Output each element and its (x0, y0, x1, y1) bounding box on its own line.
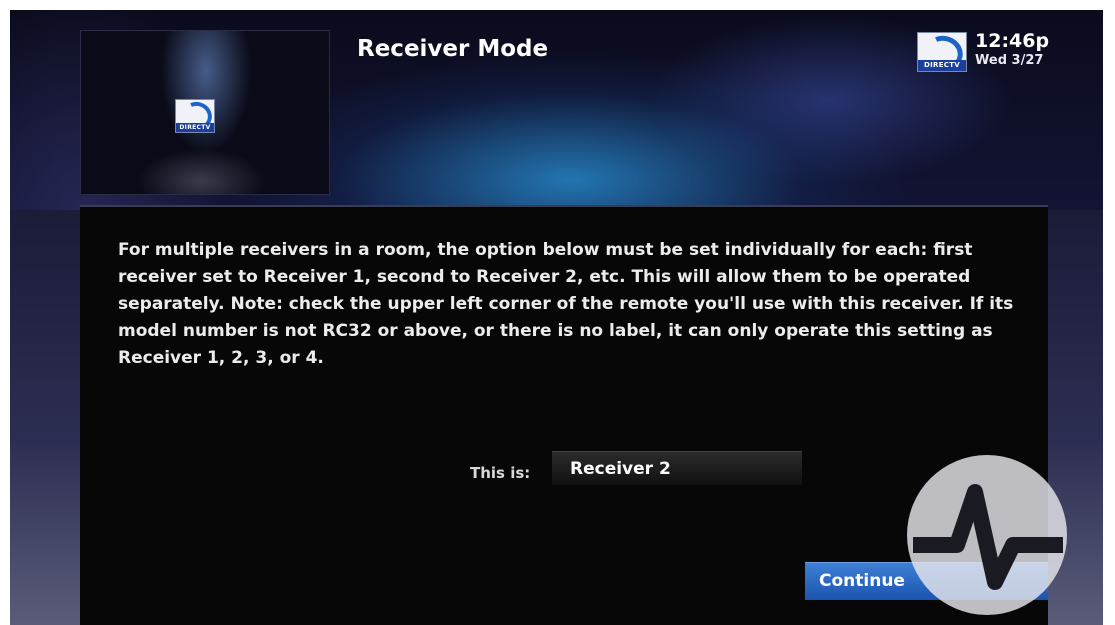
continue-button-label: Continue (819, 571, 905, 591)
logo-wordmark: DIRECTV (176, 123, 214, 132)
page-title: Receiver Mode (357, 36, 549, 62)
receiver-mode-value: Receiver 2 (570, 459, 671, 479)
tv-screen: DIRECTV Receiver Mode DIRECTV 12:46p Wed… (10, 10, 1103, 625)
logo-wordmark: DIRECTV (918, 60, 966, 71)
receiver-mode-label: This is: (470, 464, 531, 482)
directv-logo-icon: DIRECTV (175, 97, 216, 135)
live-tv-preview: DIRECTV (80, 30, 330, 195)
receiver-mode-selector[interactable]: Receiver 2 (552, 451, 802, 485)
instructions-text: For multiple receivers in a room, the op… (118, 240, 1014, 368)
directv-logo-icon: DIRECTV (917, 30, 968, 76)
clock-date: Wed 3/27 (975, 53, 1044, 68)
main-panel: For multiple receivers in a room, the op… (80, 205, 1048, 625)
clock-time: 12:46p (975, 30, 1050, 52)
left-side-strip (10, 210, 80, 625)
continue-button[interactable]: Continue (805, 562, 1048, 600)
